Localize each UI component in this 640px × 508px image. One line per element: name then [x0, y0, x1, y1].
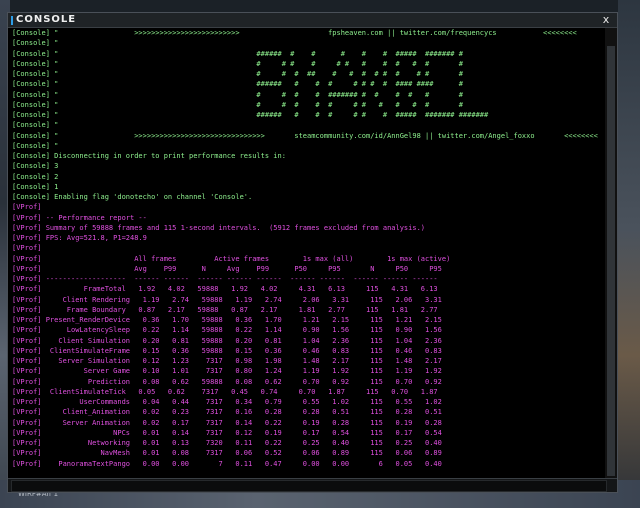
- console-line: [VProf] Prediction 0.08 0.62 59888 0.08 …: [12, 377, 442, 386]
- console-line: [VProf] UserCommands 0.04 0.44 7317 0.34…: [12, 398, 442, 406]
- title-accent-bar: [11, 16, 13, 25]
- console-line: [Console] " # # # # # # # # # # # #: [12, 100, 463, 109]
- console-line: [VProf] ------------------- ------ -----…: [12, 275, 438, 283]
- console-line: [Console] " ###### # # # # # # # #### ##…: [12, 80, 463, 89]
- console-line: [VProf] PanoramaTextPango 0.00 0.00 7 0.…: [12, 459, 442, 468]
- console-line: [Console] " ###### # # # # # ##### #####…: [12, 49, 463, 58]
- console-line: [Console] ": [12, 141, 59, 150]
- console-line: [VProf] Client_Animation 0.02 0.23 7317 …: [12, 408, 442, 417]
- console-line: [VProf] Avg P99 N Avg P99 P50 P95 N P50 …: [12, 264, 442, 273]
- console-line: [VProf] Server Simulation 0.12 1.23 7317…: [12, 357, 442, 365]
- background-right: [618, 0, 640, 508]
- close-button[interactable]: x: [599, 13, 613, 27]
- console-line: [VProf]: [12, 244, 42, 253]
- console-window: CONSOLE x [Console] " >>>>>>>>>>>>>>>>>>…: [7, 12, 618, 493]
- console-log-text: [Console] " >>>>>>>>>>>>>>>>>>>>>>>>> fp…: [12, 28, 604, 469]
- console-input[interactable]: [11, 480, 607, 492]
- console-line: [VProf] ClientSimulateTick 0.05 0.62 731…: [12, 387, 438, 396]
- console-line: [Console] 1: [12, 182, 59, 191]
- console-line: [VProf] FrameTotal 1.92 4.02 59888 1.92 …: [12, 285, 438, 294]
- console-line: [Console] ": [12, 121, 59, 130]
- console-line: [Console] " # # # ## # # # # # # # # #: [12, 70, 463, 78]
- console-line: [Console] " >>>>>>>>>>>>>>>>>>>>>>>>>>>>…: [12, 131, 598, 140]
- console-line: [VProf] -- Performance report --: [12, 213, 147, 222]
- console-line: [Console] 2: [12, 172, 59, 181]
- console-line: [Console] Disconnecting in order to prin…: [12, 152, 286, 160]
- console-line: [Console] Enabling flag 'donotecho' on c…: [12, 193, 253, 201]
- console-line: [VProf] FPS: Avg=521.8, P1=248.9: [12, 234, 147, 242]
- console-titlebar[interactable]: CONSOLE x: [8, 13, 617, 28]
- console-line: [VProf] Client Rendering 1.19 2.74 59888…: [12, 295, 442, 304]
- console-line: [VProf] Server Game 0.10 1.01 7317 0.80 …: [12, 367, 442, 376]
- console-line: [VProf] LowLatencySleep 0.22 1.14 59888 …: [12, 326, 442, 335]
- console-line: [VProf] Present_RenderDevice 0.36 1.70 5…: [12, 316, 442, 324]
- console-line: [VProf] Frame Boundary 0.87 2.17 59888 0…: [12, 305, 438, 314]
- console-line: [Console] " # # # # ####### # # # # # #: [12, 90, 463, 99]
- console-line: [Console] " ###### # # # # # # ##### ###…: [12, 111, 489, 119]
- console-line: [VProf] ClientSimulateFrame 0.15 0.36 59…: [12, 346, 442, 355]
- console-line: [Console] " >>>>>>>>>>>>>>>>>>>>>>>>> fp…: [12, 29, 577, 37]
- console-line: [VProf] NPCs 0.01 0.14 7317 0.12 0.19 0.…: [12, 428, 442, 437]
- console-line: [Console] ": [12, 39, 59, 48]
- console-line: [VProf] Server Animation 0.02 0.17 7317 …: [12, 418, 442, 427]
- console-line: [VProf] NavMesh 0.01 0.08 7317 0.06 0.52…: [12, 449, 442, 458]
- console-input-bar: [8, 478, 617, 492]
- console-line: [VProf] All frames Active frames 1s max …: [12, 254, 451, 263]
- console-title: CONSOLE: [16, 14, 77, 25]
- scrollbar-thumb[interactable]: [607, 46, 615, 476]
- console-line: [VProf] Networking 0.01 0.13 7320 0.11 0…: [12, 439, 442, 447]
- console-line: [VProf]: [12, 203, 42, 212]
- console-line: [VProf] Summary of 59888 frames and 115 …: [12, 223, 426, 232]
- scrollbar-track[interactable]: [605, 28, 617, 479]
- console-line: [Console] 3: [12, 162, 59, 171]
- console-line: [Console] " # # # # # # # # # # # #: [12, 59, 463, 68]
- console-log: [Console] " >>>>>>>>>>>>>>>>>>>>>>>>> fp…: [12, 28, 604, 479]
- console-line: [VProf] Client Simulation 0.20 0.81 5988…: [12, 336, 442, 345]
